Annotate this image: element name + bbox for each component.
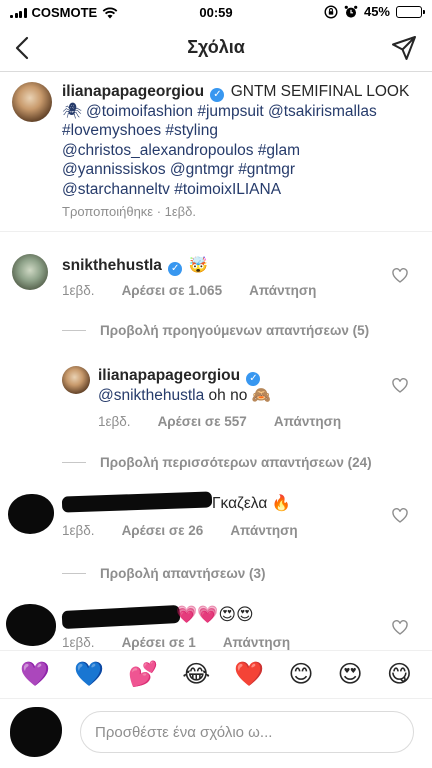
emoji-savoring-food[interactable]: 😋 xyxy=(387,661,412,689)
divider xyxy=(62,573,86,574)
comment-input[interactable] xyxy=(80,711,414,753)
status-bar: COSMOTE 00:59 45% xyxy=(0,0,432,24)
caption-text: ilianapapageorgiou ✓ GNTM SEMIFINAL LOOK… xyxy=(62,82,412,199)
redaction-mark xyxy=(61,604,181,630)
avatar[interactable] xyxy=(12,82,52,122)
reply-comment: ilianapapageorgiou ✓ @snikthehustla oh n… xyxy=(0,360,432,472)
caption-line[interactable]: 🕷 @toimoifashion #jumpsuit @tsakirismall… xyxy=(62,102,412,121)
emoji-purple-heart[interactable]: 💜 xyxy=(20,661,50,689)
comment: Γκαζελα 🔥 1εβδ. Αρέσει σε 26 Απάντηση Πρ… xyxy=(0,488,432,588)
verified-badge-icon: ✓ xyxy=(210,88,225,102)
heart-icon[interactable] xyxy=(392,620,408,636)
reply-button[interactable]: Απάντηση xyxy=(223,635,290,650)
caption-line[interactable]: @christos_alexandropoulos #glam xyxy=(62,141,412,160)
caption-line[interactable]: @starchanneltv #toimoixILIANA xyxy=(62,180,412,199)
likes-count[interactable]: Αρέσει σε 1.065 xyxy=(122,283,223,298)
reply-button[interactable]: Απάντηση xyxy=(274,414,341,429)
reply-button[interactable]: Απάντηση xyxy=(249,283,316,298)
comment-meta: 1εβδ. Αρέσει σε 1 Απάντηση xyxy=(62,635,290,650)
emoji-heart-eyes[interactable]: 😍 xyxy=(338,661,363,689)
comment-body: Γκαζελα 🔥 xyxy=(212,495,291,512)
avatar[interactable] xyxy=(12,254,48,290)
comment-time: 1εβδ. xyxy=(62,523,95,538)
comment-text: ilianapapageorgiou ✓ @snikthehustla oh n… xyxy=(98,366,271,406)
divider xyxy=(62,462,86,463)
emoji-blue-heart[interactable]: 💙 xyxy=(74,661,104,689)
caption-line[interactable]: @yannissiskos @gntmgr #gntmgr xyxy=(62,160,412,179)
view-replies-label: Προβολή προηγούμενων απαντήσεων (5) xyxy=(100,323,370,338)
rotation-lock-icon xyxy=(324,4,338,19)
avatar[interactable] xyxy=(8,494,54,534)
caption-line[interactable]: #lovemyshoes #styling xyxy=(62,121,412,140)
caption-title: GNTM SEMIFINAL LOOK xyxy=(230,83,410,100)
heart-icon[interactable] xyxy=(392,268,408,284)
comment-time: 1εβδ. xyxy=(98,414,131,429)
comment: snikthehustla ✓ 🤯 1εβδ. Αρέσει σε 1.065 … xyxy=(0,248,432,344)
comment-meta: 1εβδ. Αρέσει σε 557 Απάντηση xyxy=(98,414,341,429)
avatar[interactable] xyxy=(6,604,56,646)
verified-badge-icon: ✓ xyxy=(168,262,183,276)
battery-icon xyxy=(396,5,425,18)
likes-count[interactable]: Αρέσει σε 557 xyxy=(158,414,247,429)
emoji-two-hearts[interactable]: 💕 xyxy=(128,661,158,689)
alarm-icon xyxy=(344,5,358,18)
comment-body: oh no 🙈 xyxy=(208,387,271,404)
caption-meta: Τροποποιήθηκε · 1εβδ. xyxy=(62,204,197,219)
caption-username[interactable]: ilianapapageorgiou xyxy=(62,83,204,100)
avatar xyxy=(10,707,62,757)
heart-icon[interactable] xyxy=(392,508,408,524)
comment-text: snikthehustla ✓ 🤯 xyxy=(62,256,208,276)
comment-username[interactable]: snikthehustla xyxy=(62,257,162,274)
likes-count[interactable]: Αρέσει σε 26 xyxy=(122,523,204,538)
mention-link[interactable]: @snikthehustla xyxy=(98,387,204,404)
verified-badge-icon: ✓ xyxy=(246,372,261,386)
comment-body: 🤯 xyxy=(188,257,208,274)
redaction-mark xyxy=(61,491,213,513)
heart-icon[interactable] xyxy=(392,378,408,394)
comment-time: 1εβδ. xyxy=(62,283,95,298)
status-right: 45% xyxy=(324,4,425,19)
view-replies-button[interactable]: Προβολή απαντήσεων (3) xyxy=(62,566,265,581)
page-title: Σχόλια xyxy=(187,37,245,57)
avatar[interactable] xyxy=(62,366,90,394)
comment-input-bar xyxy=(0,698,432,768)
reply-button[interactable]: Απάντηση xyxy=(230,523,297,538)
comment: 💗💗😍😍 1εβδ. Αρέσει σε 1 Απάντηση xyxy=(0,600,432,650)
battery-percent: 45% xyxy=(363,4,390,19)
emoji-quick-bar: 💜 💙 💕 😂 ❤️ 😊 😍 😋 xyxy=(0,650,432,698)
emoji-tears-of-joy[interactable]: 😂 xyxy=(182,661,210,689)
comment-username[interactable]: ilianapapageorgiou xyxy=(98,367,240,384)
likes-count[interactable]: Αρέσει σε 1 xyxy=(122,635,196,650)
view-replies-button[interactable]: Προβολή προηγούμενων απαντήσεων (5) xyxy=(62,323,369,338)
view-replies-label: Προβολή περισσότερων απαντήσεων (24) xyxy=(100,455,372,470)
view-replies-label: Προβολή απαντήσεων (3) xyxy=(100,566,266,581)
comment-time: 1εβδ. xyxy=(62,635,95,650)
divider xyxy=(62,330,86,331)
view-replies-button[interactable]: Προβολή περισσότερων απαντήσεων (24) xyxy=(62,455,372,470)
emoji-smiling-face[interactable]: 😊 xyxy=(288,661,313,689)
post-caption: ilianapapageorgiou ✓ GNTM SEMIFINAL LOOK… xyxy=(0,72,432,232)
comment-meta: 1εβδ. Αρέσει σε 1.065 Απάντηση xyxy=(62,283,316,298)
comment-body: 💗💗😍😍 xyxy=(176,605,254,624)
emoji-red-heart[interactable]: ❤️ xyxy=(234,661,264,689)
paper-plane-icon[interactable] xyxy=(390,34,418,62)
navigation-bar: Σχόλια xyxy=(0,24,432,72)
comment-meta: 1εβδ. Αρέσει σε 26 Απάντηση xyxy=(62,523,298,538)
